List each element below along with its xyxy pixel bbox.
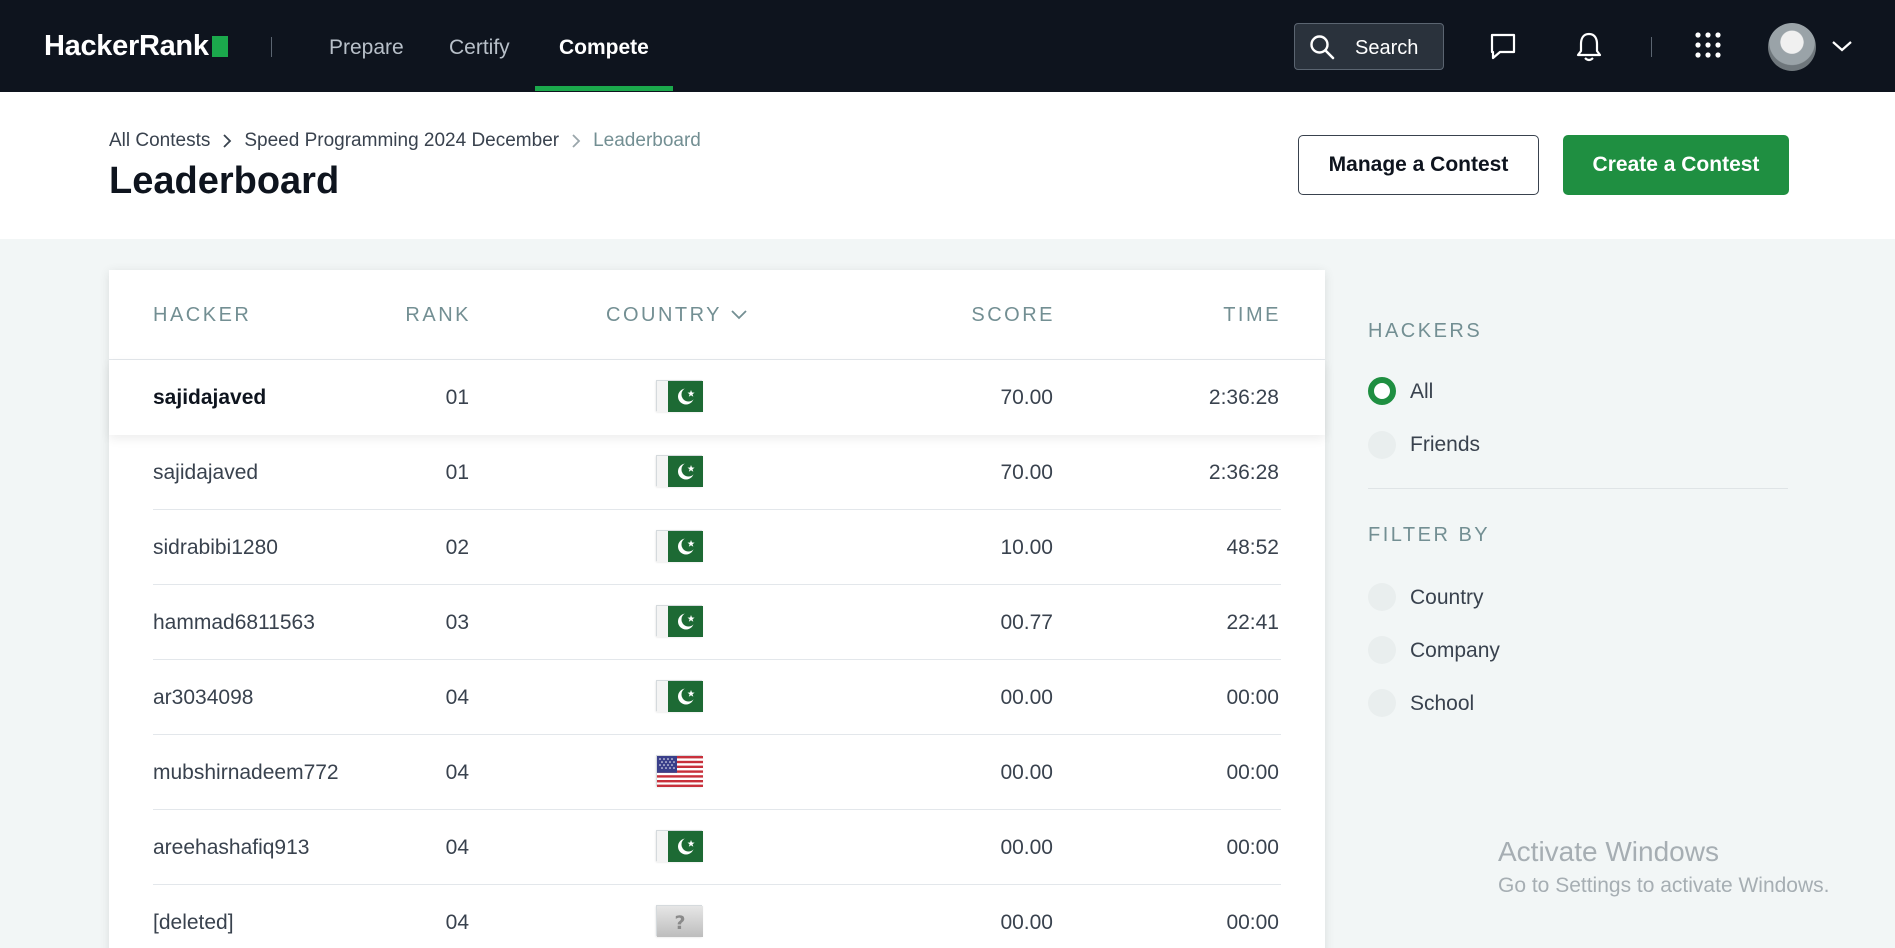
score-value: 00.00	[1000, 836, 1053, 859]
hacker-name[interactable]: sidrabibi1280	[153, 536, 278, 560]
score-value: 00.00	[1000, 686, 1053, 709]
leaderboard-table: HACKER RANK COUNTRY SCORE TIME sajidajav…	[109, 270, 1325, 948]
rank-value: 03	[445, 611, 469, 634]
table-row[interactable]: [deleted] 04? 00.00 00:00	[109, 885, 1325, 948]
score-value: 00.00	[1000, 911, 1053, 934]
chevron-right-icon	[571, 133, 581, 149]
filter-country-label[interactable]: Country	[1410, 586, 1484, 610]
score-value: 10.00	[1000, 536, 1053, 559]
filter-country-radio[interactable]	[1368, 583, 1396, 611]
pakistan-flag	[656, 380, 703, 412]
time-value: 00:00	[1226, 761, 1279, 784]
time-value: 22:41	[1226, 611, 1279, 634]
chevron-right-icon	[222, 133, 232, 149]
hacker-name[interactable]: areehashafiq913	[153, 836, 309, 860]
filter-company-label[interactable]: Company	[1410, 639, 1500, 663]
windows-watermark-title: Activate Windows	[1498, 836, 1719, 867]
pakistan-flag	[656, 830, 703, 862]
manage-contest-button[interactable]: Manage a Contest	[1298, 135, 1539, 195]
col-country[interactable]: COUNTRY	[606, 304, 748, 327]
time-value: 48:52	[1226, 536, 1279, 559]
breadcrumb: All Contests Speed Programming 2024 Dece…	[109, 130, 701, 152]
logo-block-icon	[211, 36, 228, 57]
top-navbar: HackerRank Prepare Certify Compete Searc…	[0, 0, 1895, 92]
rank-value: 04	[445, 836, 469, 859]
col-time: TIME	[1223, 304, 1281, 326]
table-row[interactable]: mubshirnadeem772 04 00.00 00:00	[109, 735, 1325, 810]
table-row[interactable]: ar3034098 04 00.00 00:00	[109, 660, 1325, 735]
rank-value: 02	[445, 536, 469, 559]
radio-friends[interactable]	[1368, 431, 1396, 459]
chat-icon[interactable]	[1488, 31, 1518, 61]
table-row-current-user[interactable]: sajidajaved 01 70.00 2:36:28	[109, 360, 1325, 435]
hacker-name[interactable]: sajidajaved	[153, 461, 258, 485]
rank-value: 04	[445, 911, 469, 934]
table-row[interactable]: sidrabibi1280 02 10.00 48:52	[109, 510, 1325, 585]
unknown-flag: ?	[656, 905, 703, 937]
col-hacker: HACKER	[153, 304, 252, 326]
nav-divider-right	[1651, 37, 1652, 57]
sidebar-divider	[1368, 488, 1788, 489]
breadcrumb-all-contests[interactable]: All Contests	[109, 130, 210, 152]
col-rank: RANK	[405, 304, 471, 326]
time-value: 2:36:28	[1208, 386, 1279, 409]
breadcrumb-current: Leaderboard	[593, 130, 701, 151]
windows-watermark-subtitle: Go to Settings to activate Windows.	[1498, 874, 1830, 897]
score-value: 70.00	[1000, 386, 1053, 409]
hackers-heading: HACKERS	[1368, 320, 1483, 342]
svg-text:?: ?	[674, 912, 685, 934]
time-value: 00:00	[1226, 836, 1279, 859]
filter-heading: FILTER BY	[1368, 524, 1491, 546]
chevron-down-icon[interactable]	[1831, 38, 1853, 54]
time-value: 2:36:28	[1208, 461, 1279, 484]
time-value: 00:00	[1226, 911, 1279, 934]
nav-certify[interactable]: Certify	[449, 36, 510, 60]
rank-value: 01	[445, 386, 469, 409]
search-label: Search	[1355, 37, 1419, 59]
radio-all[interactable]	[1368, 377, 1396, 405]
search-button[interactable]: Search	[1294, 23, 1444, 70]
radio-all-label[interactable]: All	[1410, 380, 1433, 404]
bell-icon[interactable]	[1574, 31, 1604, 63]
filter-school-radio[interactable]	[1368, 689, 1396, 717]
hackerrank-logo[interactable]: HackerRank	[44, 30, 228, 63]
score-value: 70.00	[1000, 461, 1053, 484]
rank-value: 04	[445, 686, 469, 709]
hacker-name[interactable]: mubshirnadeem772	[153, 761, 339, 785]
avatar[interactable]	[1768, 23, 1816, 71]
nav-divider	[271, 37, 272, 57]
active-nav-indicator	[535, 86, 673, 91]
table-row[interactable]: areehashafiq913 04 00.00 00:00	[109, 810, 1325, 885]
pakistan-flag	[656, 605, 703, 637]
hacker-name[interactable]: [deleted]	[153, 911, 234, 935]
rank-value: 01	[445, 461, 469, 484]
score-value: 00.77	[1000, 611, 1053, 634]
pakistan-flag	[656, 680, 703, 712]
table-row[interactable]: hammad6811563 03 00.77 22:41	[109, 585, 1325, 660]
pakistan-flag	[656, 530, 703, 562]
hacker-name[interactable]: hammad6811563	[153, 611, 315, 635]
filter-school-label[interactable]: School	[1410, 692, 1474, 716]
col-score: SCORE	[971, 304, 1055, 326]
hacker-name[interactable]: ar3034098	[153, 686, 253, 710]
time-value: 00:00	[1226, 686, 1279, 709]
filter-company-radio[interactable]	[1368, 636, 1396, 664]
create-contest-button[interactable]: Create a Contest	[1563, 135, 1789, 195]
usa-flag	[656, 755, 703, 787]
radio-friends-label[interactable]: Friends	[1410, 433, 1480, 457]
table-header: HACKER RANK COUNTRY SCORE TIME	[109, 270, 1325, 360]
chevron-down-icon	[731, 310, 747, 320]
pakistan-flag	[656, 455, 703, 487]
score-value: 00.00	[1000, 761, 1053, 784]
breadcrumb-contest[interactable]: Speed Programming 2024 December	[244, 130, 559, 152]
nav-compete[interactable]: Compete	[559, 36, 649, 60]
search-icon	[1310, 35, 1335, 60]
page-title: Leaderboard	[109, 160, 340, 202]
hacker-name[interactable]: sajidajaved	[153, 386, 266, 410]
table-row[interactable]: sajidajaved 01 70.00 2:36:28	[109, 435, 1325, 510]
nav-prepare[interactable]: Prepare	[329, 36, 404, 60]
rank-value: 04	[445, 761, 469, 784]
apps-grid-icon[interactable]	[1694, 31, 1722, 59]
